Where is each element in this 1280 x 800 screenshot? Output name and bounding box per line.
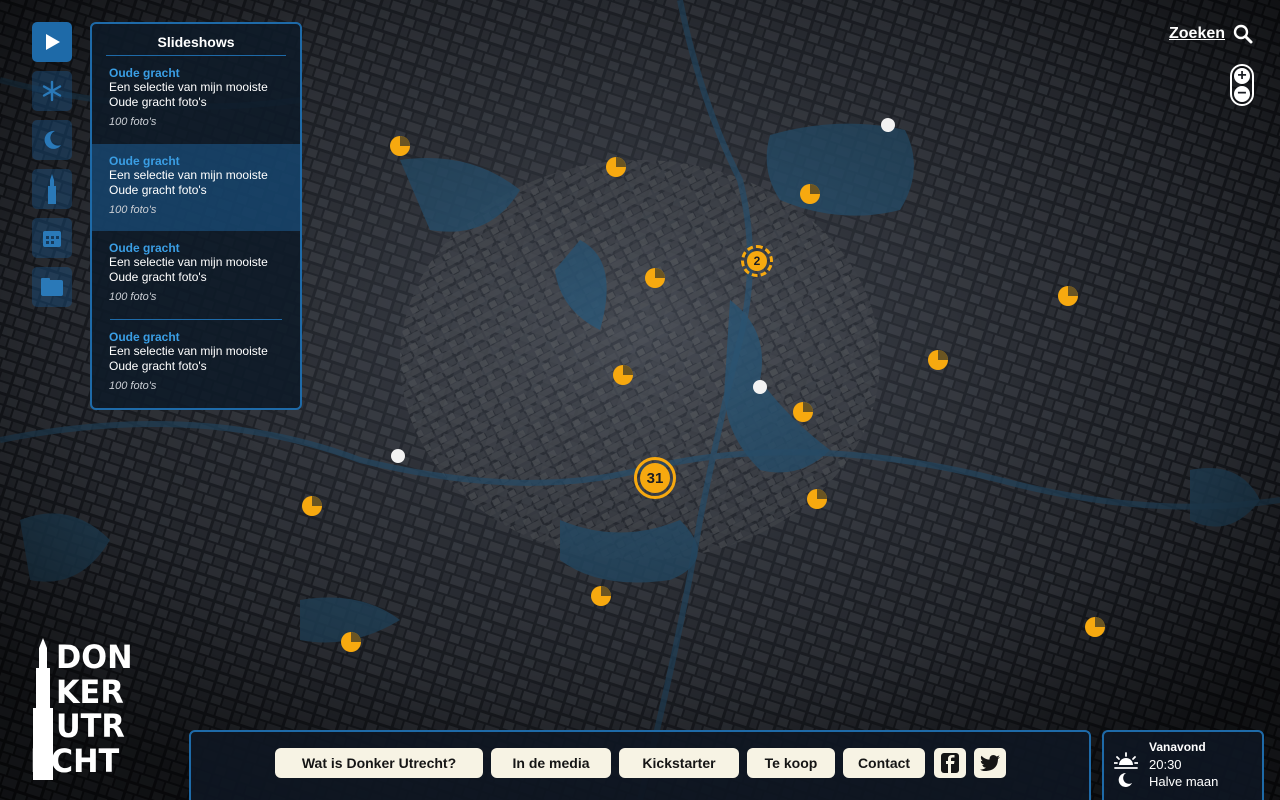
twitter-button[interactable] (974, 748, 1006, 778)
calendar-button[interactable] (32, 218, 72, 258)
photo-marker[interactable] (928, 350, 948, 370)
photo-marker[interactable] (793, 402, 813, 422)
about-button[interactable]: Wat is Donker Utrecht? (275, 748, 483, 778)
sunset-time: 20:30 (1149, 757, 1182, 772)
media-button[interactable]: In de media (491, 748, 611, 778)
logo-line: UTR (56, 707, 125, 745)
for-sale-button[interactable]: Te koop (747, 748, 835, 778)
photo-marker[interactable] (341, 632, 361, 652)
folder-icon (41, 278, 63, 296)
photo-marker[interactable] (807, 489, 827, 509)
logo-line: KER (56, 672, 124, 711)
panel-title: Slideshows (106, 24, 286, 56)
slideshow-item[interactable]: Oude gracht Een selectie van mijn mooist… (92, 231, 300, 319)
moon-icon (1118, 772, 1132, 787)
play-button[interactable] (32, 22, 72, 62)
slideshow-desc: Oude gracht foto's (109, 358, 207, 373)
slideshow-desc: Een selectie van mijn mooiste (109, 343, 268, 358)
slideshow-item[interactable]: Oude gracht Een selectie van mijn mooist… (92, 320, 300, 408)
location-dot[interactable] (391, 449, 405, 463)
logo-line: ECHT (30, 741, 120, 780)
photo-marker[interactable] (645, 268, 665, 288)
photo-marker[interactable] (591, 586, 611, 606)
slideshow-desc: Een selectie van mijn mooiste (109, 167, 268, 182)
moon-phase: Halve maan (1149, 774, 1219, 789)
facebook-button[interactable] (934, 748, 966, 778)
contact-button[interactable]: Contact (843, 748, 925, 778)
search-link[interactable]: Zoeken (1169, 24, 1253, 44)
slideshow-count: 100 foto's (109, 379, 157, 392)
weather-title: Vanavond (1149, 740, 1206, 754)
category-rail (32, 22, 72, 316)
slideshow-item[interactable]: Oude gracht Een selectie van mijn mooist… (92, 56, 300, 144)
logo-line: DON (56, 638, 133, 676)
photo-marker[interactable] (1058, 286, 1078, 306)
slideshow-title[interactable]: Oude gracht (109, 154, 284, 168)
calendar-icon (43, 231, 61, 247)
slideshow-title[interactable]: Oude gracht (109, 241, 284, 255)
slideshow-desc: Een selectie van mijn mooiste (109, 255, 268, 269)
photo-marker[interactable] (390, 136, 410, 156)
slideshow-desc: Een selectie van mijn mooiste (109, 80, 268, 94)
slideshow-count: 100 foto's (109, 116, 157, 128)
slideshow-title[interactable]: Oude gracht (109, 66, 284, 80)
snowflake-icon (42, 80, 62, 102)
slideshow-title[interactable]: Oude gracht (109, 330, 284, 344)
search-label[interactable]: Zoeken (1169, 25, 1225, 43)
facebook-icon (941, 753, 959, 773)
cluster-count: 31 (640, 463, 670, 493)
weather-panel: Vanavond 20:30 Halve maan (1102, 730, 1264, 800)
slideshow-item[interactable]: Oude gracht Een selectie van mijn mooist… (92, 143, 300, 231)
location-dot[interactable] (753, 380, 767, 394)
slideshow-desc: Oude gracht foto's (109, 182, 207, 197)
photo-marker[interactable] (613, 365, 633, 385)
photo-marker[interactable] (302, 496, 322, 516)
zoom-out-button[interactable]: − (1234, 86, 1250, 102)
sunset-icon (1114, 752, 1138, 769)
location-dot[interactable] (881, 118, 895, 132)
cluster-marker-large[interactable]: 31 (634, 457, 676, 499)
cluster-marker-small[interactable]: 2 (741, 245, 773, 277)
logo-wordmark: DON KER UTR ECHT (30, 638, 137, 778)
moon-icon (44, 130, 61, 149)
landmark-button[interactable] (32, 169, 72, 209)
slideshows-panel: Slideshows Oude gracht Een selectie van … (90, 22, 302, 410)
photo-marker[interactable] (606, 157, 626, 177)
footer-nav: Wat is Donker Utrecht? In de media Kicks… (189, 730, 1091, 800)
play-icon (46, 34, 60, 50)
slideshow-count: 100 foto's (109, 291, 157, 303)
donker-utrecht-logo[interactable]: DON KER UTR ECHT (30, 636, 140, 781)
kickstarter-button[interactable]: Kickstarter (619, 748, 739, 778)
zoom-control: + − (1230, 64, 1254, 106)
photo-marker[interactable] (800, 184, 820, 204)
search-icon[interactable] (1233, 24, 1253, 44)
folder-button[interactable] (32, 267, 72, 307)
winter-button[interactable] (32, 71, 72, 111)
zoom-in-button[interactable]: + (1234, 68, 1250, 84)
slideshow-count: 100 foto's (109, 203, 157, 216)
twitter-icon (980, 755, 1000, 771)
slideshow-desc: Oude gracht foto's (109, 270, 207, 284)
slideshow-desc: Oude gracht foto's (109, 95, 207, 109)
night-button[interactable] (32, 120, 72, 160)
cluster-count: 2 (747, 251, 767, 271)
photo-marker[interactable] (1085, 617, 1105, 637)
tower-icon (48, 174, 56, 204)
